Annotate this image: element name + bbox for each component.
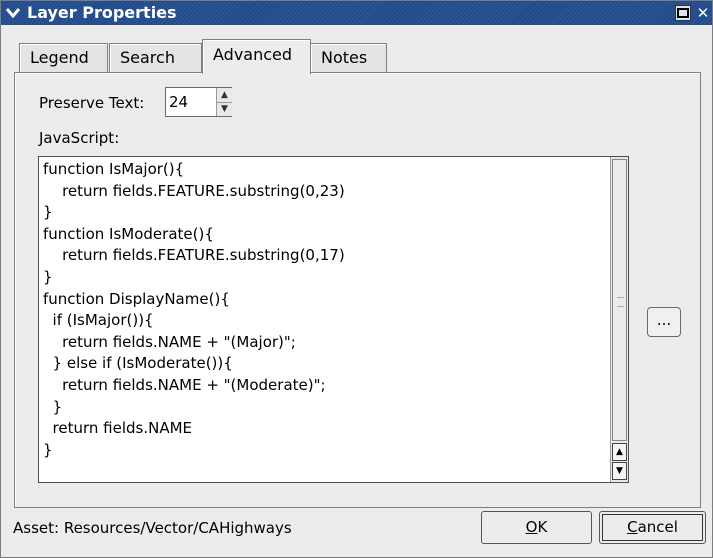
javascript-label: JavaScript: xyxy=(39,129,120,147)
tab-legend[interactable]: Legend xyxy=(19,43,108,73)
scrollbar-thumb[interactable] xyxy=(612,159,627,441)
ok-button[interactable]: OK xyxy=(481,511,592,544)
cancel-button[interactable]: Cancel xyxy=(599,511,706,544)
spin-up-icon[interactable]: ▲ xyxy=(217,88,232,103)
vertical-scrollbar[interactable]: ▲ ▼ xyxy=(610,157,628,482)
scroll-up-icon[interactable]: ▲ xyxy=(612,443,627,461)
layer-properties-dialog: Layer Properties ✕ Legend Search Advance… xyxy=(0,0,713,558)
preserve-text-label: Preserve Text: xyxy=(39,94,145,112)
javascript-code[interactable]: function IsMajor(){ return fields.FEATUR… xyxy=(43,159,345,461)
close-icon[interactable]: ✕ xyxy=(695,5,711,21)
ok-mnemonic: O xyxy=(525,518,538,536)
tab-advanced[interactable]: Advanced xyxy=(202,39,311,74)
maximize-icon[interactable] xyxy=(675,5,691,21)
spinner-buttons: ▲ ▼ xyxy=(216,88,232,116)
spin-down-icon[interactable]: ▼ xyxy=(217,102,232,116)
cancel-mnemonic: C xyxy=(627,518,638,536)
preserve-text-value[interactable]: 24 xyxy=(169,93,188,111)
tab-search[interactable]: Search xyxy=(109,43,202,73)
asset-path: Asset: Resources/Vector/CAHighways xyxy=(13,519,292,537)
cancel-label: ancel xyxy=(637,518,678,536)
ok-label: K xyxy=(537,518,548,536)
tab-notes[interactable]: Notes xyxy=(310,43,387,73)
scroll-down-icon[interactable]: ▼ xyxy=(612,462,627,480)
grip-icon xyxy=(617,297,624,307)
browse-button[interactable]: ... xyxy=(647,307,681,337)
chevron-down-icon[interactable] xyxy=(5,5,21,21)
window-title: Layer Properties xyxy=(27,3,177,22)
javascript-editor[interactable]: function IsMajor(){ return fields.FEATUR… xyxy=(38,156,629,483)
preserve-text-spinner[interactable]: 24 ▲ ▼ xyxy=(165,87,232,117)
title-bar[interactable]: Layer Properties ✕ xyxy=(1,1,712,25)
